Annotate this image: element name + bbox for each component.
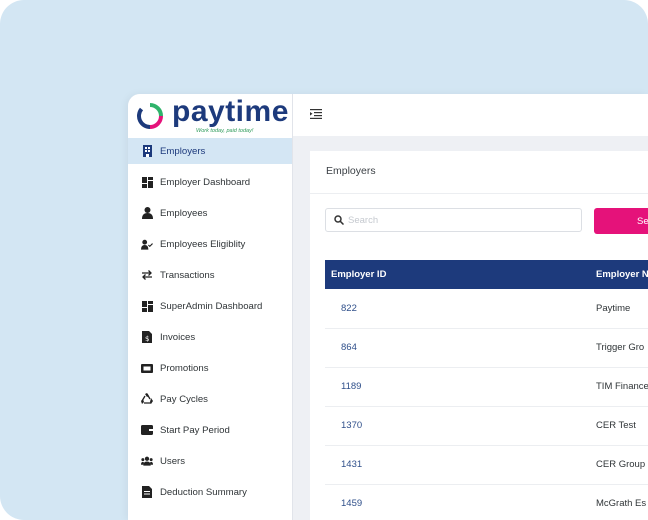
recycle-icon <box>141 393 153 405</box>
app-window: paytime Work today, paid today! Employer… <box>128 94 648 520</box>
sidebar-item-label: Promotions <box>160 362 209 374</box>
employer-name-cell: McGrath Es <box>596 498 647 509</box>
top-bar <box>293 94 648 136</box>
employer-id-cell[interactable]: 1189 <box>341 381 361 392</box>
sidebar-item-label: SuperAdmin Dashboard <box>160 300 263 312</box>
document-icon <box>141 486 153 498</box>
employer-id-cell[interactable]: 1431 <box>341 459 362 470</box>
table-row[interactable]: 864 Trigger Gro <box>325 328 648 368</box>
sidebar-item-label: Invoices <box>160 331 196 343</box>
employer-name-cell: Trigger Gro <box>596 342 645 353</box>
person-icon <box>141 207 153 219</box>
invoice-icon: $ <box>141 331 153 343</box>
employer-id-cell[interactable]: 1370 <box>341 420 362 431</box>
sidebar-item-transactions[interactable]: Transactions <box>128 262 292 288</box>
employer-name-cell: Paytime <box>596 303 631 314</box>
sidebar-item-label: Employees Eligiblity <box>160 238 246 250</box>
arrows-exchange-icon <box>141 269 153 281</box>
search-input[interactable] <box>348 212 568 228</box>
sidebar-item-label: Employer Dashboard <box>160 176 251 188</box>
sidebar-item-employers[interactable]: Employers <box>128 138 292 164</box>
column-header-employer-name[interactable]: Employer N <box>596 269 648 280</box>
users-icon <box>141 455 153 467</box>
brand-logo[interactable]: paytime Work today, paid today! <box>128 94 292 139</box>
logo-ring-icon <box>136 103 163 130</box>
sidebar-item-pay-cycles[interactable]: Pay Cycles <box>128 386 292 412</box>
employer-id-cell[interactable]: 864 <box>341 342 357 353</box>
table-row[interactable]: 822 Paytime <box>325 289 648 329</box>
employer-name-cell: CER Group <box>596 459 646 470</box>
menu-collapse-icon[interactable] <box>310 109 322 119</box>
sidebar-item-start-pay-period[interactable]: Start Pay Period <box>128 417 292 443</box>
dashboard-icon <box>141 300 153 312</box>
employer-id-cell[interactable]: 1459 <box>341 498 362 509</box>
sidebar-item-superadmin-dashboard[interactable]: SuperAdmin Dashboard <box>128 293 292 319</box>
ticket-icon <box>141 362 153 374</box>
divider <box>310 193 648 194</box>
brand-name: paytime <box>172 95 289 128</box>
sidebar-item-label: Transactions <box>160 269 215 281</box>
sidebar-item-invoices[interactable]: $ Invoices <box>128 324 292 350</box>
employer-id-cell[interactable]: 822 <box>341 303 357 314</box>
sidebar-item-label: Employers <box>160 145 206 157</box>
table-row[interactable]: 1431 CER Group <box>325 445 648 485</box>
table-header: Employer ID Employer N <box>325 260 648 289</box>
sidebar-item-deduction-summary[interactable]: Deduction Summary <box>128 479 292 505</box>
sidebar-item-label: Pay Cycles <box>160 393 208 405</box>
table-row[interactable]: 1459 McGrath Es <box>325 484 648 520</box>
sidebar: paytime Work today, paid today! Employer… <box>128 94 293 520</box>
employer-name-cell: TIM Finance <box>596 381 648 392</box>
sidebar-item-promotions[interactable]: Promotions <box>128 355 292 381</box>
search-button[interactable]: Se <box>594 208 648 234</box>
building-icon <box>141 145 153 157</box>
employer-name-cell: CER Test <box>596 420 636 431</box>
sidebar-item-employer-dashboard[interactable]: Employer Dashboard <box>128 169 292 195</box>
table-row[interactable]: 1370 CER Test <box>325 406 648 446</box>
page-title: Employers <box>326 165 376 177</box>
dashboard-icon <box>141 176 153 188</box>
table-row[interactable]: 1189 TIM Finance <box>325 367 648 407</box>
search-icon <box>334 215 344 225</box>
sidebar-item-label: Employees <box>160 207 208 219</box>
column-header-employer-id[interactable]: Employer ID <box>331 269 386 280</box>
sidebar-item-label: Users <box>160 455 186 467</box>
svg-text:$: $ <box>145 335 149 343</box>
search-box[interactable] <box>325 208 582 232</box>
sidebar-item-users[interactable]: Users <box>128 448 292 474</box>
wallet-icon <box>141 424 153 436</box>
employers-panel: Employers Se Employer ID Employer N 822 … <box>310 151 648 520</box>
sidebar-item-employees[interactable]: Employees <box>128 200 292 226</box>
brand-tagline: Work today, paid today! <box>196 128 254 134</box>
person-check-icon <box>141 238 153 250</box>
sidebar-item-label: Start Pay Period <box>160 424 230 436</box>
sidebar-item-label: Deduction Summary <box>160 486 247 498</box>
sidebar-item-employees-eligibility[interactable]: Employees Eligiblity <box>128 231 292 257</box>
